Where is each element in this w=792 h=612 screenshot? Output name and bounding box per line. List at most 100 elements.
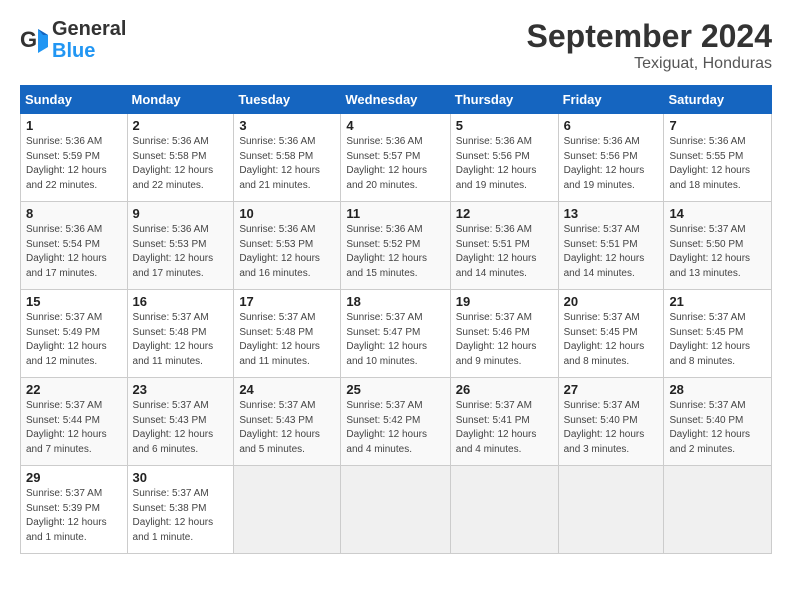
day-info: Sunrise: 5:36 AM Sunset: 5:56 PM Dayligh… [564, 135, 659, 193]
day-info: Sunrise: 5:37 AM Sunset: 5:47 PM Dayligh… [346, 311, 444, 369]
logo-text: General Blue [52, 18, 126, 62]
day-number: 13 [564, 206, 659, 221]
day-number: 29 [26, 470, 122, 485]
calendar-header-friday: Friday [558, 86, 664, 114]
day-info: Sunrise: 5:37 AM Sunset: 5:43 PM Dayligh… [239, 399, 335, 457]
day-number: 21 [669, 294, 766, 309]
day-info: Sunrise: 5:36 AM Sunset: 5:52 PM Dayligh… [346, 223, 444, 281]
calendar-header-sunday: Sunday [21, 86, 128, 114]
calendar-cell [341, 466, 450, 554]
calendar-week-2: 8 Sunrise: 5:36 AM Sunset: 5:54 PM Daylig… [21, 202, 772, 290]
location: Texiguat, Honduras [527, 55, 772, 73]
calendar-cell: 2Sunrise: 5:36 AM Sunset: 5:58 PM Daylig… [127, 114, 234, 202]
day-info: Sunrise: 5:36 AM Sunset: 5:57 PM Dayligh… [346, 135, 444, 193]
day-info: Sunrise: 5:36 AM Sunset: 5:55 PM Dayligh… [669, 135, 766, 193]
day-number: 25 [346, 382, 444, 397]
day-info: Sunrise: 5:37 AM Sunset: 5:46 PM Dayligh… [456, 311, 553, 369]
day-info: Sunrise: 5:36 AM Sunset: 5:56 PM Dayligh… [456, 135, 553, 193]
day-info: Sunrise: 5:37 AM Sunset: 5:50 PM Dayligh… [669, 223, 766, 281]
day-number: 30 [133, 470, 229, 485]
day-number: 28 [669, 382, 766, 397]
day-number: 11 [346, 206, 444, 221]
day-number: 15 [26, 294, 122, 309]
day-number: 17 [239, 294, 335, 309]
calendar-header-row: SundayMondayTuesdayWednesdayThursdayFrid… [21, 86, 772, 114]
calendar-cell: 14 Sunrise: 5:37 AM Sunset: 5:50 PM Dayli… [664, 202, 772, 290]
day-number: 4 [346, 118, 444, 133]
day-number: 19 [456, 294, 553, 309]
calendar-cell: 20 Sunrise: 5:37 AM Sunset: 5:45 PM Dayli… [558, 290, 664, 378]
day-number: 12 [456, 206, 553, 221]
calendar-cell: 21 Sunrise: 5:37 AM Sunset: 5:45 PM Dayli… [664, 290, 772, 378]
logo: G General Blue [20, 18, 126, 62]
day-info: Sunrise: 5:37 AM Sunset: 5:43 PM Dayligh… [133, 399, 229, 457]
day-info: Sunrise: 5:37 AM Sunset: 5:40 PM Dayligh… [564, 399, 659, 457]
day-number: 7 [669, 118, 766, 133]
calendar-cell: 4 Sunrise: 5:36 AM Sunset: 5:57 PM Daylig… [341, 114, 450, 202]
calendar-cell: 3 Sunrise: 5:36 AM Sunset: 5:58 PM Daylig… [234, 114, 341, 202]
day-info: Sunrise: 5:37 AM Sunset: 5:48 PM Dayligh… [133, 311, 229, 369]
calendar-cell: 29 Sunrise: 5:37 AM Sunset: 5:39 PM Dayli… [21, 466, 128, 554]
day-info: Sunrise: 5:36 AM Sunset: 5:58 PM Dayligh… [239, 135, 335, 193]
day-number: 24 [239, 382, 335, 397]
day-info: Sunrise: 5:37 AM Sunset: 5:39 PM Dayligh… [26, 487, 122, 545]
calendar-cell: 28 Sunrise: 5:37 AM Sunset: 5:40 PM Dayli… [664, 378, 772, 466]
day-info: Sunrise: 5:36 AM Sunset: 5:54 PM Dayligh… [26, 223, 122, 281]
calendar-cell: 7 Sunrise: 5:36 AM Sunset: 5:55 PM Daylig… [664, 114, 772, 202]
calendar-cell: 13 Sunrise: 5:37 AM Sunset: 5:51 PM Dayli… [558, 202, 664, 290]
day-number: 3 [239, 118, 335, 133]
day-info: Sunrise: 5:37 AM Sunset: 5:48 PM Dayligh… [239, 311, 335, 369]
calendar-cell: 22 Sunrise: 5:37 AM Sunset: 5:44 PM Dayli… [21, 378, 128, 466]
calendar-cell: 1 Sunrise: 5:36 AM Sunset: 5:59 PM Daylig… [21, 114, 128, 202]
title-block: September 2024 Texiguat, Honduras [527, 18, 772, 73]
calendar-week-3: 15 Sunrise: 5:37 AM Sunset: 5:49 PM Dayli… [21, 290, 772, 378]
day-info: Sunrise: 5:37 AM Sunset: 5:45 PM Dayligh… [669, 311, 766, 369]
day-info: Sunrise: 5:37 AM Sunset: 5:45 PM Dayligh… [564, 311, 659, 369]
day-number: 16 [133, 294, 229, 309]
day-info: Sunrise: 5:37 AM Sunset: 5:40 PM Dayligh… [669, 399, 766, 457]
calendar-cell: 27 Sunrise: 5:37 AM Sunset: 5:40 PM Dayli… [558, 378, 664, 466]
calendar-cell: 23Sunrise: 5:37 AM Sunset: 5:43 PM Dayli… [127, 378, 234, 466]
logo-icon: G [20, 25, 50, 55]
day-number: 1 [26, 118, 122, 133]
day-number: 14 [669, 206, 766, 221]
day-number: 6 [564, 118, 659, 133]
calendar-cell [234, 466, 341, 554]
calendar-header-saturday: Saturday [664, 86, 772, 114]
day-number: 10 [239, 206, 335, 221]
calendar-header-monday: Monday [127, 86, 234, 114]
calendar-week-5: 29 Sunrise: 5:37 AM Sunset: 5:39 PM Dayli… [21, 466, 772, 554]
calendar-cell: 15 Sunrise: 5:37 AM Sunset: 5:49 PM Dayli… [21, 290, 128, 378]
day-info: Sunrise: 5:37 AM Sunset: 5:51 PM Dayligh… [564, 223, 659, 281]
day-info: Sunrise: 5:36 AM Sunset: 5:59 PM Dayligh… [26, 135, 122, 193]
day-number: 8 [26, 206, 122, 221]
day-number: 22 [26, 382, 122, 397]
header: G General Blue September 2024 Texiguat, … [20, 18, 772, 73]
calendar-cell: 9Sunrise: 5:36 AM Sunset: 5:53 PM Daylig… [127, 202, 234, 290]
day-number: 27 [564, 382, 659, 397]
calendar-week-1: 1 Sunrise: 5:36 AM Sunset: 5:59 PM Daylig… [21, 114, 772, 202]
calendar-cell: 24 Sunrise: 5:37 AM Sunset: 5:43 PM Dayli… [234, 378, 341, 466]
page: G General Blue September 2024 Texiguat, … [0, 0, 792, 564]
day-info: Sunrise: 5:37 AM Sunset: 5:44 PM Dayligh… [26, 399, 122, 457]
day-info: Sunrise: 5:36 AM Sunset: 5:51 PM Dayligh… [456, 223, 553, 281]
calendar-cell: 8 Sunrise: 5:36 AM Sunset: 5:54 PM Daylig… [21, 202, 128, 290]
day-info: Sunrise: 5:37 AM Sunset: 5:41 PM Dayligh… [456, 399, 553, 457]
calendar-cell: 5Sunrise: 5:36 AM Sunset: 5:56 PM Daylig… [450, 114, 558, 202]
calendar-cell: 16 Sunrise: 5:37 AM Sunset: 5:48 PM Dayli… [127, 290, 234, 378]
day-info: Sunrise: 5:37 AM Sunset: 5:38 PM Dayligh… [133, 487, 229, 545]
day-number: 18 [346, 294, 444, 309]
svg-text:G: G [20, 27, 37, 52]
calendar-header-wednesday: Wednesday [341, 86, 450, 114]
day-info: Sunrise: 5:37 AM Sunset: 5:49 PM Dayligh… [26, 311, 122, 369]
calendar-cell: 11 Sunrise: 5:36 AM Sunset: 5:52 PM Dayli… [341, 202, 450, 290]
day-number: 26 [456, 382, 553, 397]
calendar-week-4: 22 Sunrise: 5:37 AM Sunset: 5:44 PM Dayli… [21, 378, 772, 466]
calendar: SundayMondayTuesdayWednesdayThursdayFrid… [20, 85, 772, 554]
day-number: 2 [133, 118, 229, 133]
day-number: 20 [564, 294, 659, 309]
day-info: Sunrise: 5:37 AM Sunset: 5:42 PM Dayligh… [346, 399, 444, 457]
month-title: September 2024 [527, 18, 772, 55]
calendar-cell: 6 Sunrise: 5:36 AM Sunset: 5:56 PM Daylig… [558, 114, 664, 202]
calendar-cell: 26 Sunrise: 5:37 AM Sunset: 5:41 PM Dayli… [450, 378, 558, 466]
